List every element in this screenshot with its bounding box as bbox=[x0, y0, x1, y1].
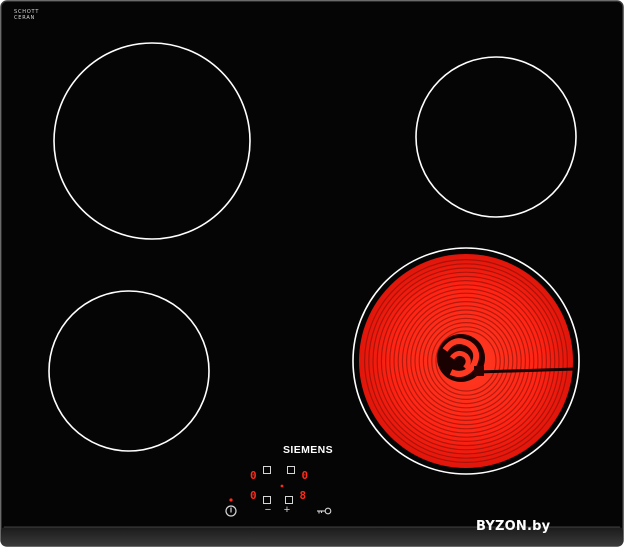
power-indicator-led bbox=[229, 498, 233, 502]
cooktop-drawing bbox=[0, 0, 624, 547]
zone-front-left-level: 0 bbox=[250, 489, 257, 502]
zone-position-icon bbox=[263, 466, 272, 474]
minus-button[interactable]: − bbox=[261, 505, 275, 516]
zone-rear-left-level: 0 bbox=[250, 469, 257, 482]
zone-position-icon bbox=[285, 496, 293, 504]
display-rear-left: 0 bbox=[250, 466, 272, 484]
watermark: BYZON.by bbox=[476, 519, 551, 534]
power-icon bbox=[225, 505, 237, 517]
display-rear-right: 0 bbox=[287, 466, 308, 484]
display-front-right: 8 bbox=[285, 486, 306, 504]
glass-panel bbox=[0, 0, 624, 547]
plus-button[interactable]: + bbox=[280, 505, 294, 516]
zone-front-right-level: 8 bbox=[299, 489, 307, 502]
zone-position-icon bbox=[287, 466, 295, 474]
display-front-left: 0 bbox=[250, 486, 272, 504]
heat-indicator-led bbox=[280, 484, 284, 488]
key-icon bbox=[317, 507, 332, 515]
schott-ceran-logo: SCHOTT CERAN bbox=[14, 9, 40, 21]
cooktop-image: SCHOTT CERAN SIEMENS 0 0 0 8 − + BYZON.b… bbox=[0, 0, 624, 550]
zone-position-icon bbox=[263, 496, 272, 504]
zone-rear-right-level: 0 bbox=[301, 469, 309, 482]
child-lock-button[interactable] bbox=[316, 505, 332, 517]
manufacturer-logo: SIEMENS bbox=[282, 444, 334, 456]
power-button[interactable] bbox=[224, 504, 238, 518]
